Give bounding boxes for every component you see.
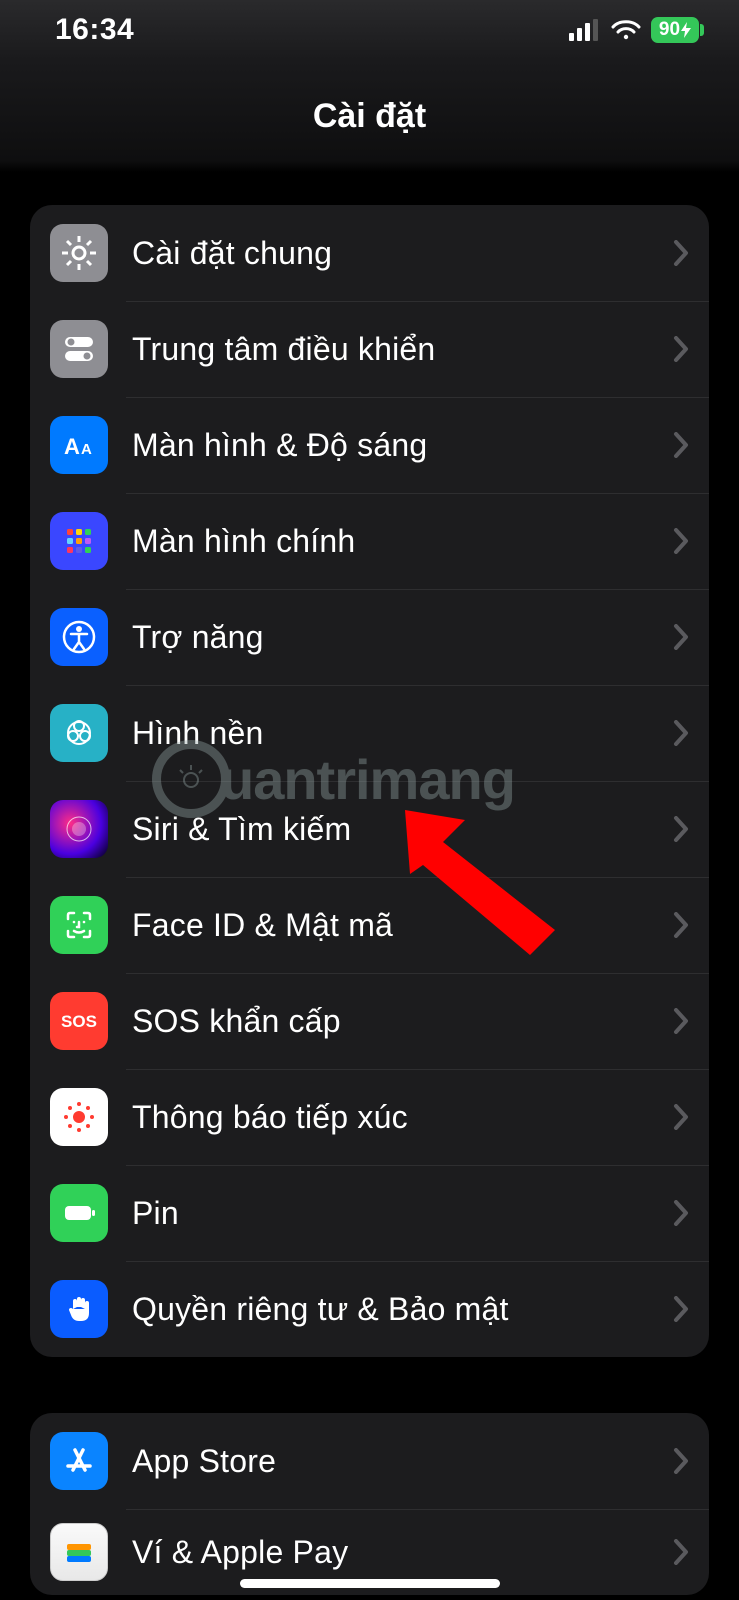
chevron-right-icon <box>673 240 689 266</box>
svg-text:A: A <box>64 434 80 459</box>
row-home-screen[interactable]: Màn hình chính <box>30 493 709 589</box>
siri-icon <box>50 800 108 858</box>
row-battery[interactable]: Pin <box>30 1165 709 1261</box>
row-privacy[interactable]: Quyền riêng tư & Bảo mật <box>30 1261 709 1357</box>
row-label: Hình nền <box>132 715 673 752</box>
chevron-right-icon <box>673 624 689 650</box>
wifi-icon <box>611 19 641 41</box>
battery-percent: 90 <box>659 19 680 41</box>
row-control-center[interactable]: Trung tâm điều khiển <box>30 301 709 397</box>
face-id-icon <box>50 896 108 954</box>
wallet-icon <box>50 1523 108 1581</box>
status-time: 16:34 <box>55 13 134 47</box>
chevron-right-icon <box>673 1296 689 1322</box>
settings-section-store: App Store Ví & Apple Pay <box>30 1413 709 1595</box>
sos-icon: SOS <box>50 992 108 1050</box>
row-label: Cài đặt chung <box>132 235 673 272</box>
row-label: Quyền riêng tư & Bảo mật <box>132 1291 673 1328</box>
chevron-right-icon <box>673 1104 689 1130</box>
chevron-right-icon <box>673 336 689 362</box>
row-siri[interactable]: Siri & Tìm kiếm <box>30 781 709 877</box>
gear-icon <box>50 224 108 282</box>
row-display[interactable]: AA Màn hình & Độ sáng <box>30 397 709 493</box>
row-label: Siri & Tìm kiếm <box>132 811 673 848</box>
row-app-store[interactable]: App Store <box>30 1413 709 1509</box>
privacy-hand-icon <box>50 1280 108 1338</box>
row-label: Thông báo tiếp xúc <box>132 1099 673 1136</box>
accessibility-icon <box>50 608 108 666</box>
chevron-right-icon <box>673 1008 689 1034</box>
chevron-right-icon <box>673 1200 689 1226</box>
row-label: Màn hình chính <box>132 523 673 560</box>
exposure-icon <box>50 1088 108 1146</box>
battery-indicator: 90 <box>651 17 699 43</box>
svg-text:A: A <box>81 441 92 458</box>
row-label: Màn hình & Độ sáng <box>132 427 673 464</box>
wallpaper-icon <box>50 704 108 762</box>
nav-header: Cài đặt <box>0 60 739 173</box>
cellular-icon <box>569 19 601 41</box>
row-exposure[interactable]: Thông báo tiếp xúc <box>30 1069 709 1165</box>
chevron-right-icon <box>673 720 689 746</box>
row-label: App Store <box>132 1443 673 1480</box>
row-faceid[interactable]: Face ID & Mật mã <box>30 877 709 973</box>
chevron-right-icon <box>673 432 689 458</box>
status-bar: 16:34 90 <box>0 0 739 60</box>
status-right: 90 <box>569 17 699 43</box>
row-label: SOS khẩn cấp <box>132 1003 673 1040</box>
row-label: Pin <box>132 1195 673 1232</box>
row-label: Ví & Apple Pay <box>132 1534 673 1571</box>
row-wallpaper[interactable]: Hình nền <box>30 685 709 781</box>
chevron-right-icon <box>673 1539 689 1565</box>
text-size-icon: AA <box>50 416 108 474</box>
home-indicator[interactable] <box>240 1579 500 1588</box>
row-label: Face ID & Mật mã <box>132 907 673 944</box>
chevron-right-icon <box>673 528 689 554</box>
row-sos[interactable]: SOS SOS khẩn cấp <box>30 973 709 1069</box>
chevron-right-icon <box>673 816 689 842</box>
home-screen-icon <box>50 512 108 570</box>
app-store-icon <box>50 1432 108 1490</box>
svg-text:SOS: SOS <box>61 1012 97 1031</box>
row-accessibility[interactable]: Trợ năng <box>30 589 709 685</box>
chevron-right-icon <box>673 912 689 938</box>
toggles-icon <box>50 320 108 378</box>
settings-section-main: Cài đặt chung Trung tâm điều khiển AA Mà… <box>30 205 709 1357</box>
page-title: Cài đặt <box>313 97 426 136</box>
row-general[interactable]: Cài đặt chung <box>30 205 709 301</box>
chevron-right-icon <box>673 1448 689 1474</box>
battery-icon <box>50 1184 108 1242</box>
row-label: Trung tâm điều khiển <box>132 331 673 368</box>
row-label: Trợ năng <box>132 619 673 656</box>
